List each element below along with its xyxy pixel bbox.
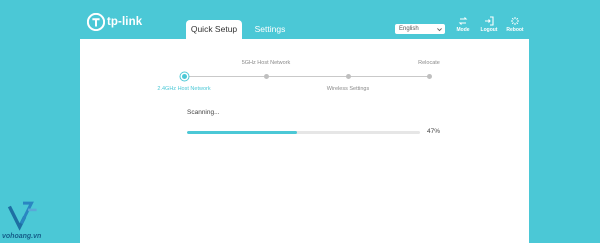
brand-name: tp-link bbox=[107, 16, 143, 28]
scan-progress-percent: 47% bbox=[427, 128, 441, 135]
step-dot-5ghz-host-network[interactable] bbox=[264, 74, 269, 79]
step-label-24ghz-host-network: 2.4GHz Host Network bbox=[157, 86, 211, 92]
watermark-logo: vohoang.vn bbox=[0, 198, 48, 243]
scanning-status: Scanning... bbox=[187, 109, 220, 116]
tab-settings[interactable]: Settings bbox=[248, 20, 292, 39]
watermark-v-icon bbox=[7, 201, 37, 231]
logout-label: Logout bbox=[480, 27, 498, 33]
language-select[interactable]: English bbox=[395, 24, 445, 34]
wizard-step-line bbox=[185, 76, 431, 77]
step-label-5ghz-host-network: 5GHz Host Network bbox=[241, 60, 291, 66]
mode-button[interactable]: Mode bbox=[451, 16, 475, 33]
reboot-label: Reboot bbox=[506, 27, 524, 33]
reboot-icon bbox=[511, 17, 519, 25]
mode-label: Mode bbox=[456, 27, 470, 33]
step-label-wireless-settings: Wireless Settings bbox=[326, 86, 370, 92]
step-dot-relocate[interactable] bbox=[427, 74, 432, 79]
tab-quick-setup[interactable]: Quick Setup bbox=[186, 20, 242, 39]
chevron-down-icon bbox=[437, 28, 442, 32]
watermark-text: vohoang.vn bbox=[2, 233, 42, 240]
step-dot-24ghz-host-network[interactable] bbox=[182, 74, 187, 79]
logout-icon bbox=[485, 16, 494, 26]
tp-link-logo-icon bbox=[87, 13, 105, 31]
scan-progress-bar bbox=[187, 131, 420, 134]
step-dot-wireless-settings[interactable] bbox=[346, 74, 351, 79]
step-label-relocate: Relocate bbox=[418, 60, 440, 66]
wizard-steps: 2.4GHz Host Network 5GHz Host Network Wi… bbox=[80, 39, 529, 99]
mode-icon bbox=[458, 17, 468, 25]
logout-button[interactable]: Logout bbox=[477, 16, 501, 33]
reboot-button[interactable]: Reboot bbox=[503, 16, 527, 33]
tp-link-logo: tp-link bbox=[87, 13, 142, 31]
quick-setup-panel: 2.4GHz Host Network 5GHz Host Network Wi… bbox=[80, 39, 529, 243]
language-selected: English bbox=[399, 26, 419, 32]
scan-progress-fill bbox=[187, 131, 297, 134]
